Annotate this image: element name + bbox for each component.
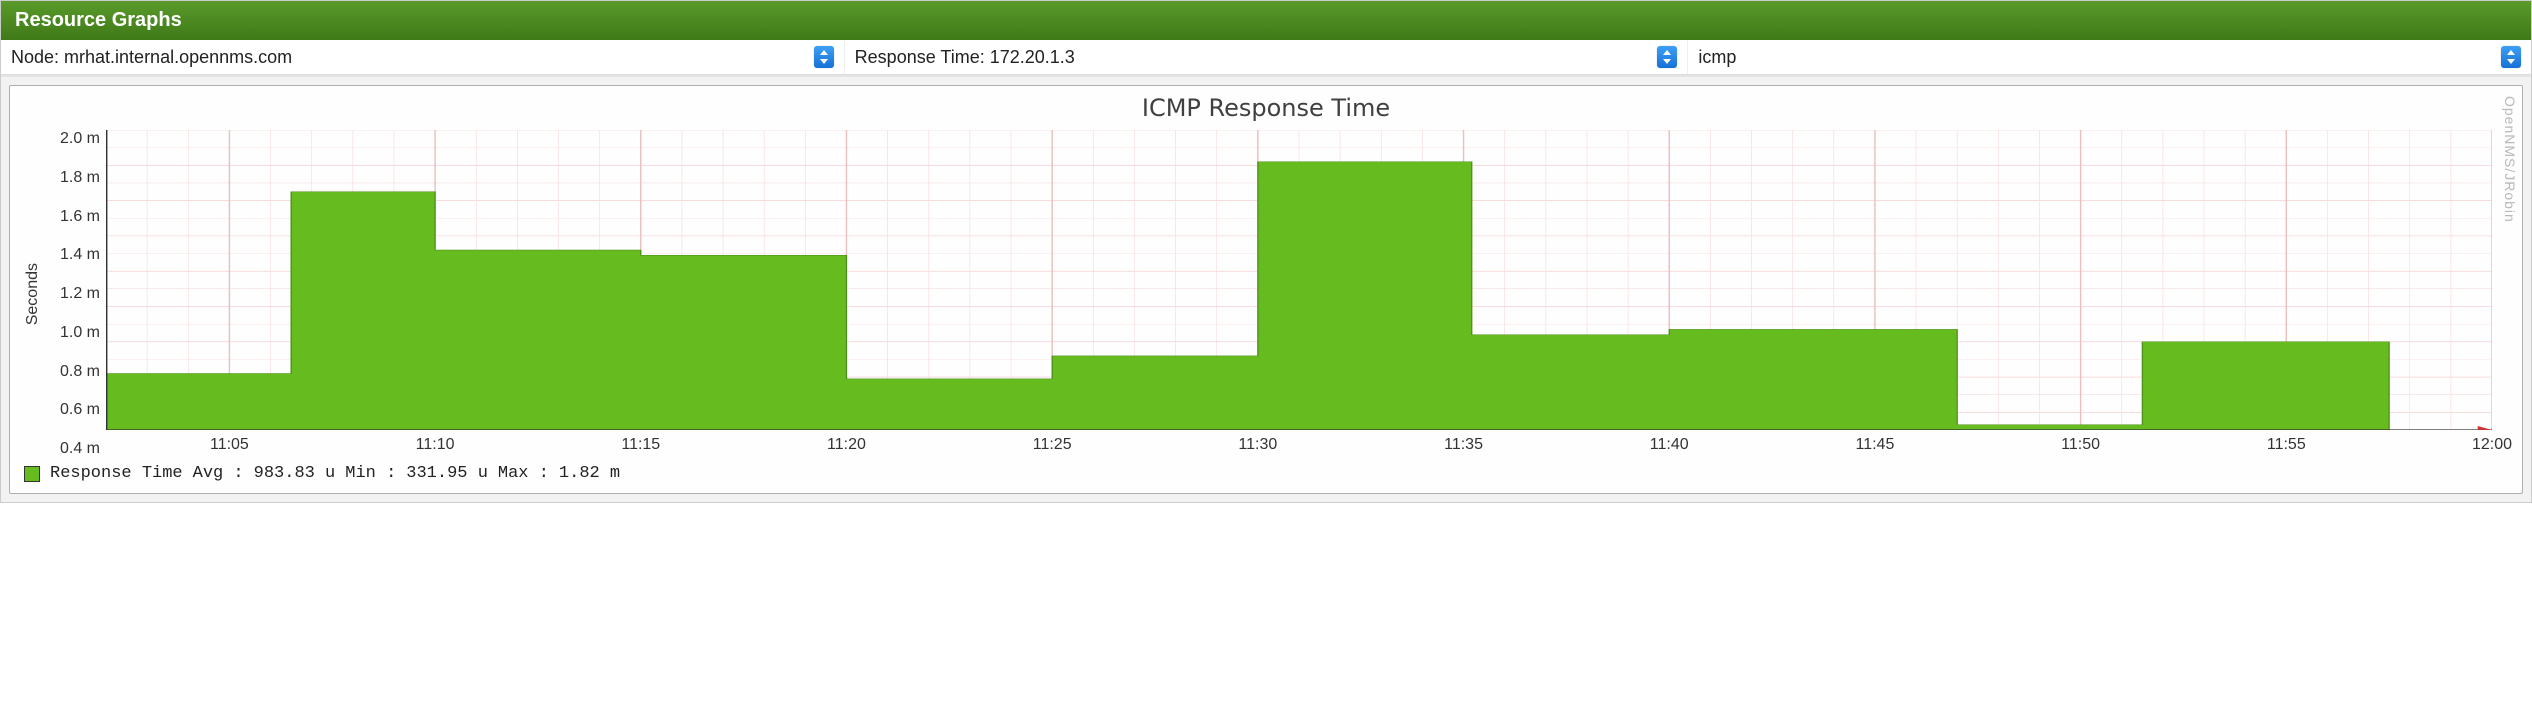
y-tick: 1.8 m [60, 169, 100, 187]
plot-area: 11:05 11:10 11:15 11:20 11:25 11:30 11:35 11:40… [106, 130, 2492, 458]
y-tick: 1.4 m [60, 246, 100, 264]
node-selector-label: Node: mrhat.internal.opennms.com [11, 47, 814, 68]
dropdown-icon [814, 46, 834, 68]
resource-graphs-panel: Resource Graphs Node: mrhat.internal.ope… [0, 0, 2532, 503]
legend-max-label: Max : [498, 464, 549, 483]
x-axis-ticks: 11:05 11:10 11:15 11:20 11:25 11:30 11:35 11:40… [106, 430, 2492, 458]
legend-min-label: Min : [345, 464, 396, 483]
y-tick: 1.6 m [60, 208, 100, 226]
legend-min-value: 331.95 u [406, 464, 488, 483]
x-tick: 11:25 [1033, 436, 1072, 454]
x-tick: 11:15 [621, 436, 660, 454]
x-tick: 11:05 [210, 436, 249, 454]
y-axis-label: Seconds [20, 263, 46, 325]
x-tick: 11:45 [1855, 436, 1894, 454]
x-tick: 12:00 [2472, 436, 2512, 454]
graph-container: OpenNMS/JRobin ICMP Response Time Second… [1, 75, 2531, 502]
legend-avg-value: 983.83 u [254, 464, 336, 483]
x-tick: 11:40 [1650, 436, 1689, 454]
x-tick: 11:50 [2061, 436, 2100, 454]
resource-selector[interactable]: Response Time: 172.20.1.3 [845, 40, 1689, 74]
y-axis-ticks: 2.0 m 1.8 m 1.6 m 1.4 m 1.2 m 1.0 m 0.8 m 0.6 m… [46, 130, 106, 458]
dropdown-icon [2501, 46, 2521, 68]
metric-selector-label: icmp [1698, 47, 2501, 68]
selector-bar: Node: mrhat.internal.opennms.com Respons… [1, 40, 2531, 75]
legend-avg-label: Avg : [193, 464, 244, 483]
resource-selector-label: Response Time: 172.20.1.3 [855, 47, 1658, 68]
legend: Response Time Avg : 983.83 u Min : 331.9… [10, 458, 2522, 493]
watermark: OpenNMS/JRobin [2502, 96, 2518, 223]
y-tick: 0.4 m [60, 440, 100, 458]
x-tick: 11:10 [416, 436, 455, 454]
legend-swatch [24, 466, 40, 482]
x-tick: 11:55 [2267, 436, 2306, 454]
y-tick: 1.0 m [60, 324, 100, 342]
legend-max-value: 1.82 m [559, 464, 620, 483]
metric-selector[interactable]: icmp [1688, 40, 2531, 74]
y-tick: 1.2 m [60, 285, 100, 303]
y-tick: 0.6 m [60, 401, 100, 419]
chart-svg [106, 130, 2492, 430]
panel-title: Resource Graphs [1, 1, 2531, 40]
x-tick: 11:20 [827, 436, 866, 454]
node-selector[interactable]: Node: mrhat.internal.opennms.com [1, 40, 845, 74]
x-tick: 11:30 [1238, 436, 1277, 454]
dropdown-icon [1657, 46, 1677, 68]
graph-frame: OpenNMS/JRobin ICMP Response Time Second… [9, 85, 2523, 494]
legend-series-name: Response Time [50, 464, 183, 483]
y-tick: 2.0 m [60, 130, 100, 148]
x-tick: 11:35 [1444, 436, 1483, 454]
chart-title: ICMP Response Time [10, 90, 2522, 130]
y-tick: 0.8 m [60, 363, 100, 381]
chart-body: Seconds 2.0 m 1.8 m 1.6 m 1.4 m 1.2 m 1.0 m 0.… [10, 130, 2522, 458]
